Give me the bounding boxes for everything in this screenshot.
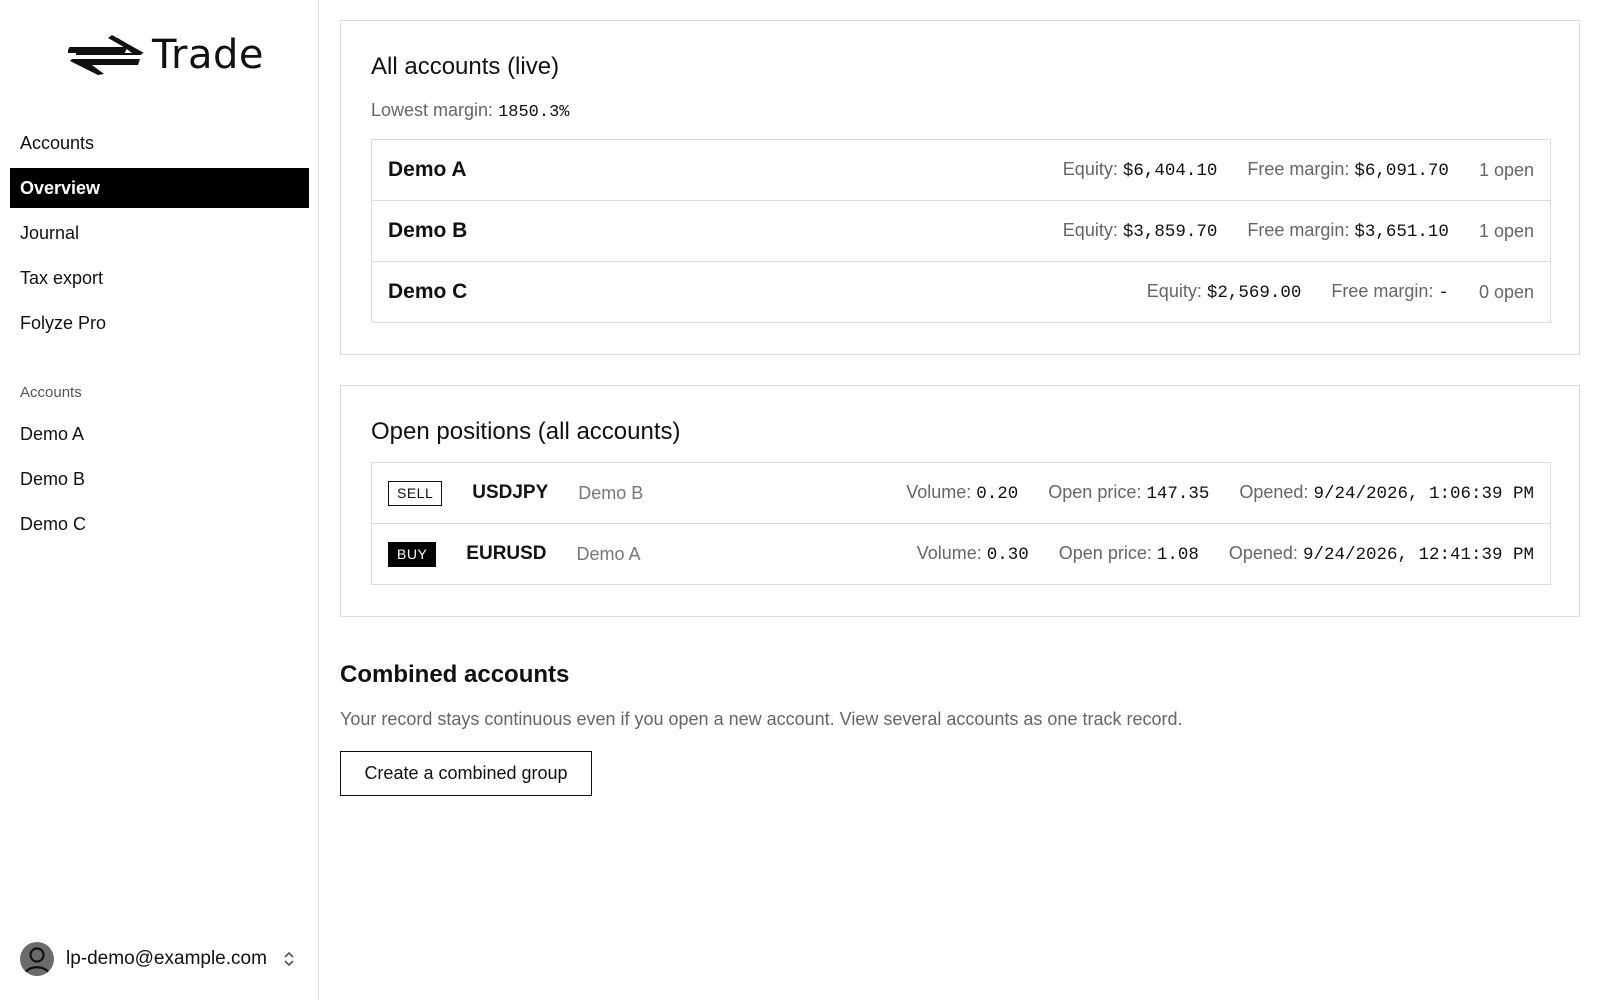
account-name: Demo B bbox=[388, 219, 468, 242]
equity: Equity: $6,404.10 bbox=[1062, 159, 1218, 181]
user-menu[interactable]: lp-demo@example.com bbox=[20, 941, 300, 977]
nav-item-folyze-pro[interactable]: Folyze Pro bbox=[10, 303, 309, 343]
accounts-nav: Demo A Demo B Demo C bbox=[10, 414, 309, 549]
free-margin: Free margin: - bbox=[1331, 281, 1449, 303]
free-margin: Free margin: $3,651.10 bbox=[1247, 220, 1449, 242]
equity: Equity: $3,859.70 bbox=[1062, 220, 1218, 242]
position-account: Demo B bbox=[578, 482, 644, 503]
opened-value: 9/24/2026, 1:06:39 PM bbox=[1313, 484, 1534, 504]
all-accounts-card: All accounts (live) Lowest margin: 1850.… bbox=[340, 20, 1580, 355]
sidebar-account-demo-a[interactable]: Demo A bbox=[10, 414, 309, 454]
equity-value: $6,404.10 bbox=[1122, 161, 1218, 181]
equity-value: $2,569.00 bbox=[1206, 283, 1302, 303]
swap-arrows-icon bbox=[68, 35, 144, 75]
user-email: lp-demo@example.com bbox=[66, 948, 267, 969]
accounts-list: Demo A Equity: $6,404.10 Free margin: $6… bbox=[371, 139, 1551, 323]
side-badge: BUY bbox=[388, 541, 437, 567]
opened-value: 9/24/2026, 12:41:39 PM bbox=[1302, 545, 1534, 565]
open-price-value: 1.08 bbox=[1156, 545, 1199, 565]
free-margin-value: $3,651.10 bbox=[1354, 222, 1449, 242]
accounts-section-label: Accounts bbox=[20, 384, 82, 401]
lowest-margin-value: 1850.3% bbox=[498, 103, 570, 122]
lowest-margin: Lowest margin: 1850.3% bbox=[371, 100, 570, 122]
position-row[interactable]: BUY EURUSD Demo A Volume: 0.30 Open pric… bbox=[372, 524, 1550, 584]
all-accounts-title: All accounts (live) bbox=[371, 53, 560, 80]
nav-item-journal[interactable]: Journal bbox=[10, 213, 309, 253]
nav-item-accounts[interactable]: Accounts bbox=[10, 123, 309, 163]
logo-text: Trade bbox=[152, 32, 265, 78]
position-symbol: EURUSD bbox=[466, 543, 547, 564]
opened: Opened: 9/24/2026, 1:06:39 PM bbox=[1239, 482, 1534, 504]
account-row[interactable]: Demo B Equity: $3,859.70 Free margin: $3… bbox=[372, 201, 1550, 262]
equity-value: $3,859.70 bbox=[1122, 222, 1218, 242]
account-row[interactable]: Demo C Equity: $2,569.00 Free margin: - … bbox=[372, 262, 1550, 322]
avatar-icon bbox=[20, 942, 54, 976]
free-margin: Free margin: $6,091.70 bbox=[1247, 159, 1449, 181]
lowest-margin-label: Lowest margin: bbox=[371, 100, 494, 120]
nav-item-tax-export[interactable]: Tax export bbox=[10, 258, 309, 298]
sidebar-account-demo-b[interactable]: Demo B bbox=[10, 459, 309, 499]
combined-accounts-description: Your record stays continuous even if you… bbox=[340, 709, 1183, 729]
sidebar-account-demo-c[interactable]: Demo C bbox=[10, 504, 309, 544]
volume-value: 0.30 bbox=[986, 545, 1029, 565]
position-symbol: USDJPY bbox=[472, 482, 549, 503]
create-combined-group-button[interactable]: Create a combined group bbox=[340, 751, 592, 796]
account-name: Demo A bbox=[388, 158, 467, 181]
open-price-value: 147.35 bbox=[1146, 484, 1210, 504]
free-margin-value: - bbox=[1438, 283, 1449, 303]
open-price: Open price: 147.35 bbox=[1048, 482, 1210, 504]
open-positions-title: Open positions (all accounts) bbox=[371, 418, 681, 445]
open-count: 1 open bbox=[1478, 159, 1534, 180]
volume: Volume: 0.30 bbox=[916, 543, 1029, 565]
position-account: Demo A bbox=[576, 543, 641, 564]
side-badge: SELL bbox=[388, 480, 443, 506]
equity: Equity: $2,569.00 bbox=[1146, 281, 1302, 303]
free-margin-value: $6,091.70 bbox=[1354, 161, 1449, 181]
opened: Opened: 9/24/2026, 12:41:39 PM bbox=[1228, 543, 1534, 565]
chevron-up-down-icon bbox=[283, 950, 295, 968]
app-logo[interactable]: Trade bbox=[68, 32, 264, 78]
nav-item-overview[interactable]: Overview bbox=[10, 168, 309, 208]
position-row[interactable]: SELL USDJPY Demo B Volume: 0.20 Open pri… bbox=[372, 463, 1550, 524]
volume-value: 0.20 bbox=[976, 484, 1019, 504]
sidebar: Trade Accounts Overview Journal Tax expo… bbox=[0, 0, 319, 1000]
account-row[interactable]: Demo A Equity: $6,404.10 Free margin: $6… bbox=[372, 140, 1550, 201]
open-positions-card: Open positions (all accounts) SELL USDJP… bbox=[340, 385, 1580, 617]
open-count: 1 open bbox=[1478, 220, 1534, 241]
open-count: 0 open bbox=[1478, 281, 1534, 302]
positions-list: SELL USDJPY Demo B Volume: 0.20 Open pri… bbox=[371, 462, 1551, 585]
open-price: Open price: 1.08 bbox=[1058, 543, 1199, 565]
combined-accounts-title: Combined accounts bbox=[340, 661, 570, 688]
account-name: Demo C bbox=[388, 280, 468, 303]
volume: Volume: 0.20 bbox=[906, 482, 1019, 504]
main-nav: Accounts Overview Journal Tax export Fol… bbox=[10, 123, 309, 348]
